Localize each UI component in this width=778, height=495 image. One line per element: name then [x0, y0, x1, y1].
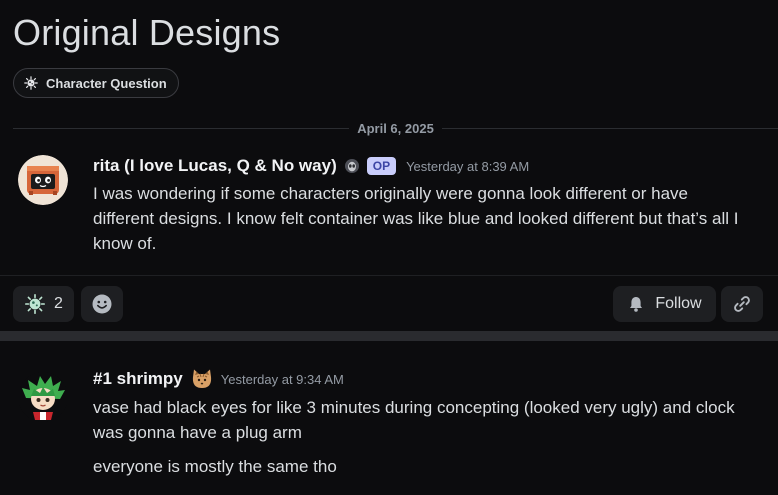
- author-name[interactable]: #1 shrimpy: [93, 369, 183, 389]
- follow-label: Follow: [655, 295, 702, 312]
- timestamp[interactable]: Yesterday at 8:39 AM: [406, 159, 529, 174]
- message-body: I was wondering if some characters origi…: [93, 184, 739, 253]
- cat-icon: [192, 369, 211, 388]
- section-separator: [0, 331, 778, 341]
- bacteria-icon: [25, 293, 46, 315]
- message-body-line: vase had black eyes for like 3 minutes d…: [93, 398, 735, 442]
- timestamp[interactable]: Yesterday at 9:34 AM: [221, 372, 344, 387]
- reaction-count: 2: [54, 295, 63, 312]
- divider-date: April 6, 2025: [357, 120, 434, 136]
- tag-pill[interactable]: Character Question: [13, 68, 179, 98]
- tv-character-avatar: [18, 155, 68, 205]
- forum-post-view: Original Designs Character Question Apri…: [0, 0, 778, 495]
- author-name[interactable]: rita (I love Lucas, Q & No way): [93, 156, 337, 176]
- message-header: rita (I love Lucas, Q & No way) OP Yeste…: [93, 156, 529, 176]
- op-badge: OP: [366, 157, 397, 175]
- post-title: Original Designs: [13, 12, 281, 53]
- reaction-button[interactable]: 2: [13, 286, 74, 322]
- avatar[interactable]: [18, 372, 68, 422]
- bacteria-icon: [24, 76, 38, 90]
- message-header: #1 shrimpy Yesterday at 9:34 AM: [93, 368, 344, 390]
- op-message: rita (I love Lucas, Q & No way) OP Yeste…: [0, 150, 778, 274]
- link-icon: [734, 296, 750, 312]
- post-action-bar: 2 Follow: [0, 275, 778, 331]
- divider-line: [13, 127, 350, 129]
- divider-line: [441, 127, 778, 129]
- tag-label: Character Question: [46, 75, 167, 91]
- add-reaction-button[interactable]: [81, 286, 123, 322]
- smiley-icon: [92, 294, 112, 314]
- alien-icon: [344, 159, 359, 173]
- avatar[interactable]: [18, 155, 68, 205]
- bell-icon: [630, 297, 643, 312]
- copy-link-button[interactable]: [721, 286, 763, 322]
- message-body-line: everyone is mostly the same tho: [93, 457, 337, 476]
- green-hair-character-avatar: [18, 372, 68, 422]
- date-divider: April 6, 2025: [13, 117, 778, 139]
- follow-button[interactable]: Follow: [613, 286, 716, 322]
- reply-message: #1 shrimpy Yesterday at 9:34 AM vase had…: [0, 362, 778, 495]
